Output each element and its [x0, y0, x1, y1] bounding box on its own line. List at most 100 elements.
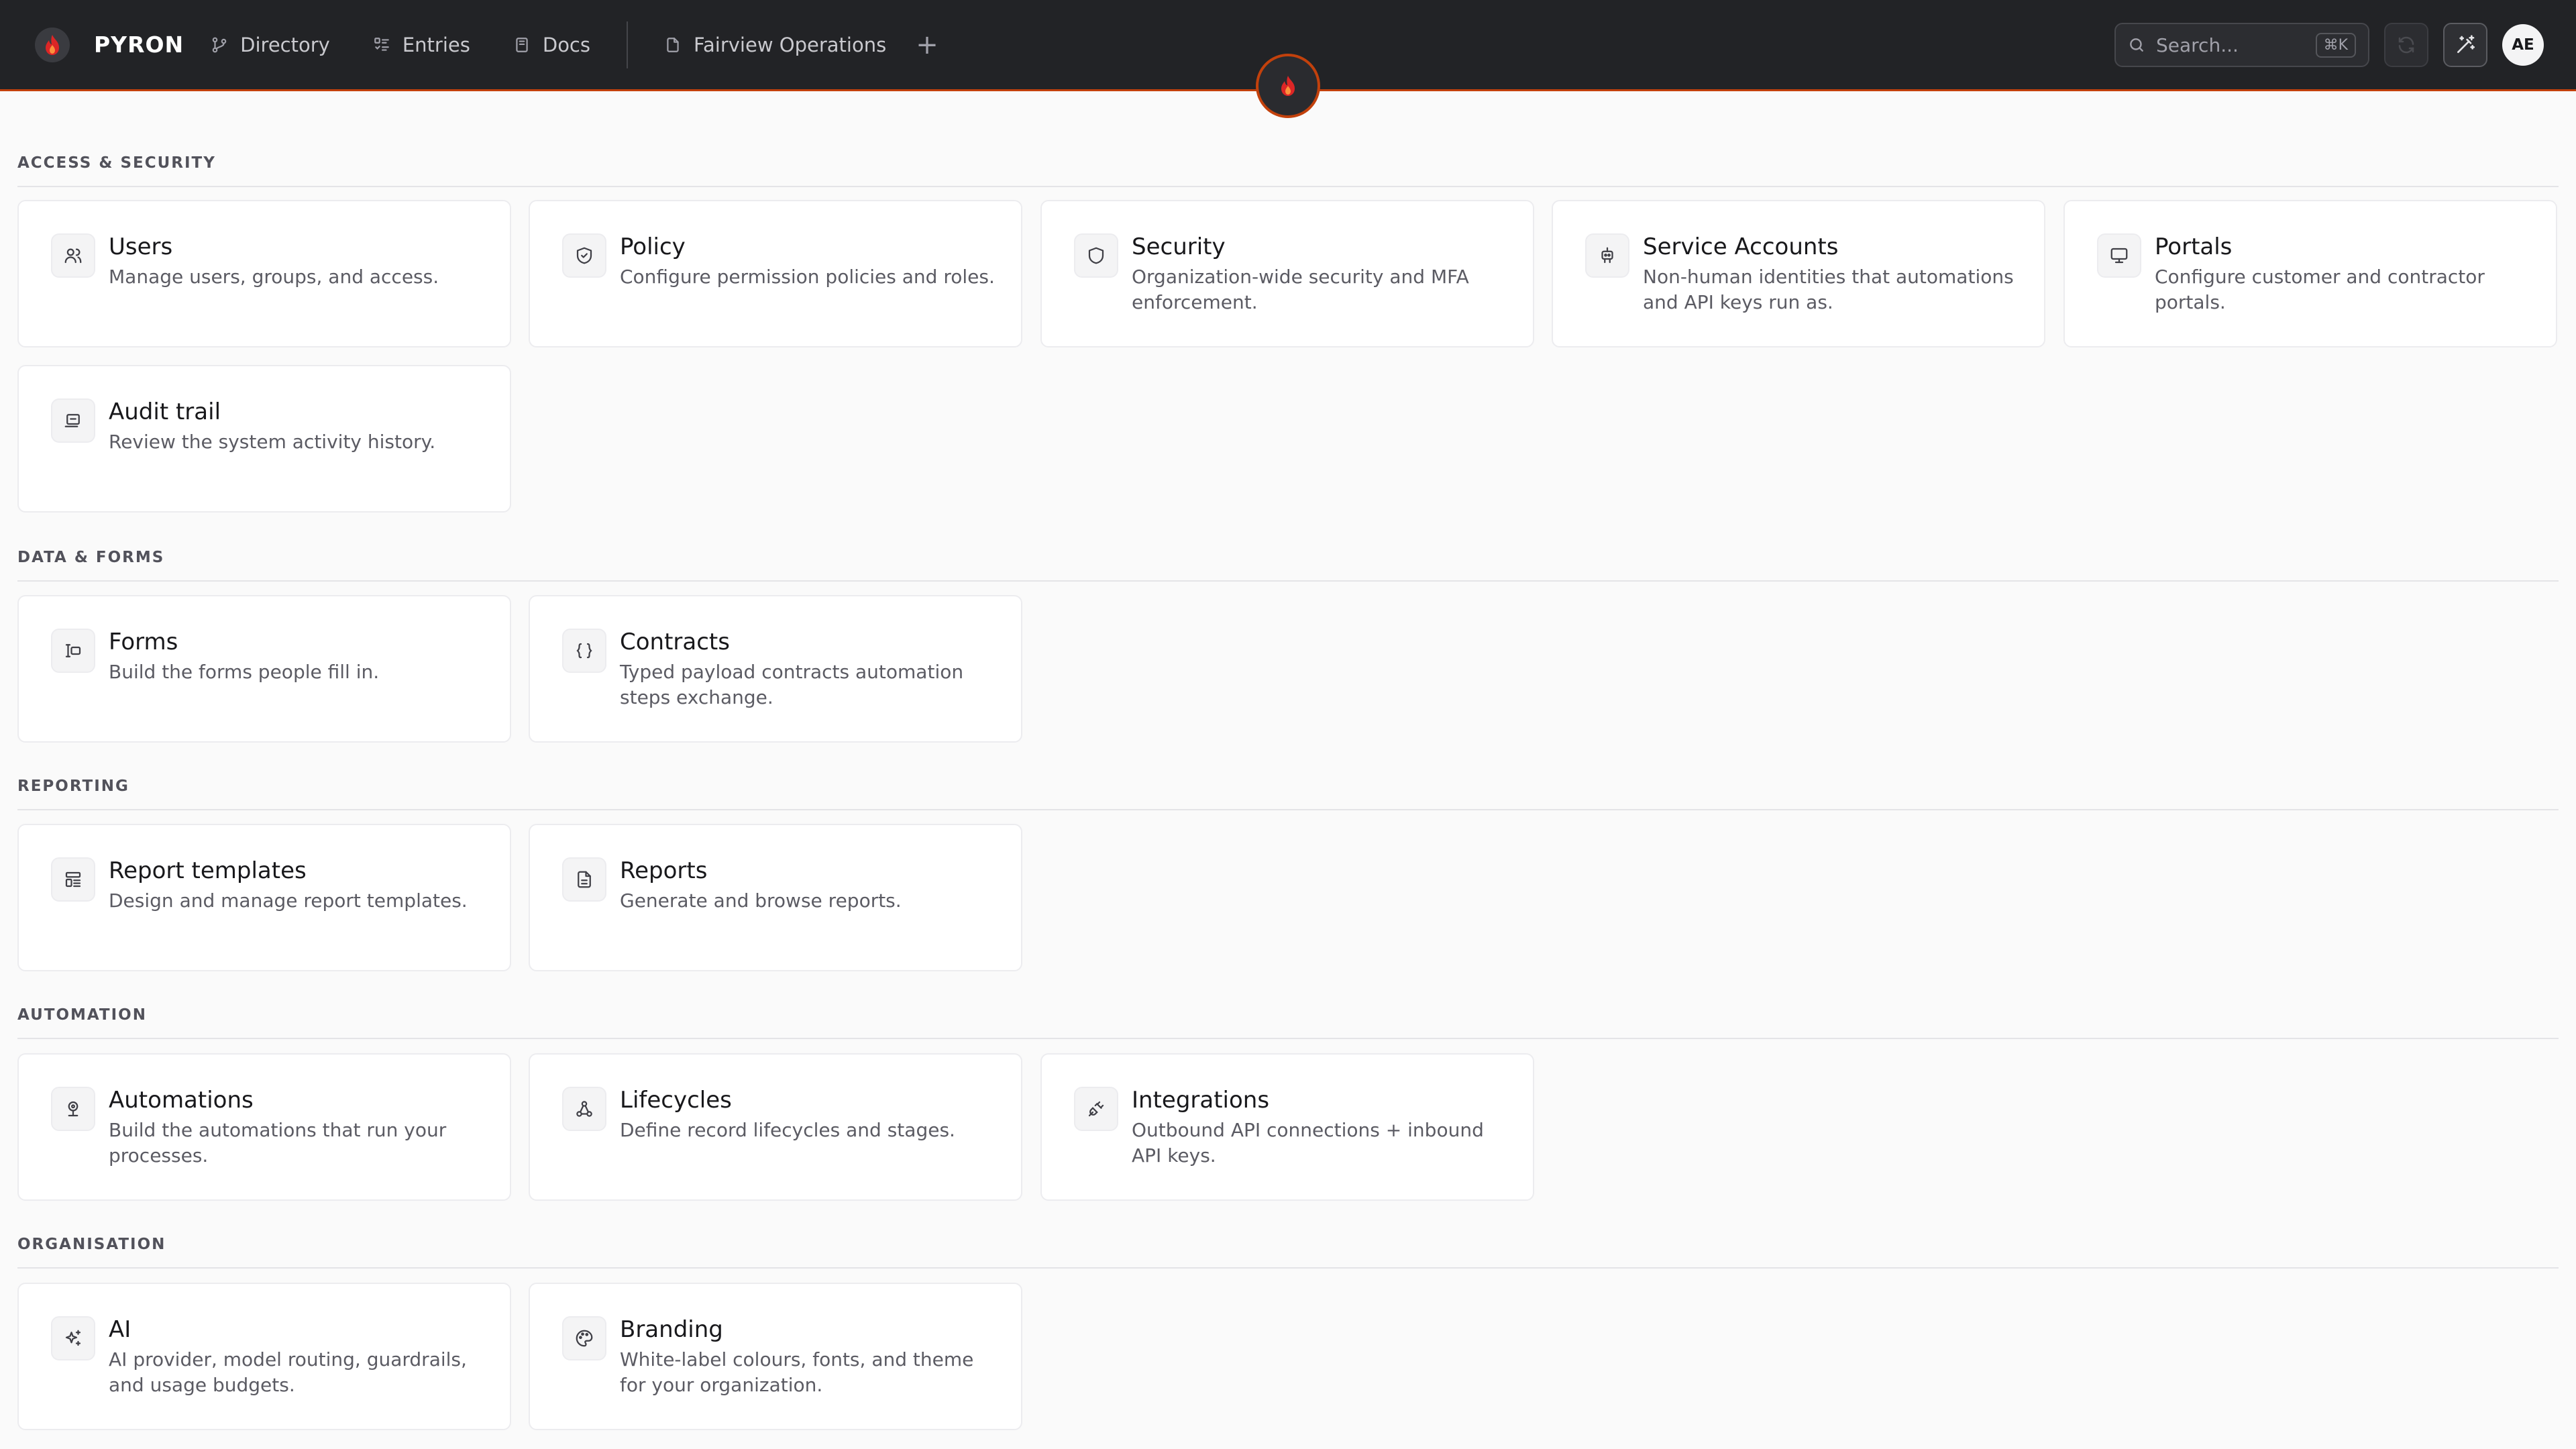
brand-name: PYRON — [94, 32, 184, 58]
section-divider — [17, 809, 2559, 810]
card-lifecycles[interactable]: Lifecycles Define record lifecycles and … — [529, 1053, 1022, 1201]
card-forms[interactable]: Forms Build the forms people fill in. — [17, 595, 511, 743]
workspace-tab-label: Fairview Operations — [694, 33, 887, 56]
card-title: Contracts — [620, 629, 730, 655]
card-description: AI provider, model routing, guardrails, … — [109, 1348, 467, 1396]
card-title: Reports — [620, 857, 708, 884]
card-description: Build the automations that run your proc… — [109, 1119, 447, 1167]
card-title: Audit trail — [109, 398, 221, 425]
card-description: White-label colours, fonts, and theme fo… — [620, 1348, 974, 1396]
card-audit-trail[interactable]: Audit trail Review the system activity h… — [17, 365, 511, 513]
magic-wand-button[interactable] — [2443, 23, 2487, 67]
main-nav: Directory Entries Docs Fairview Operatio… — [211, 21, 938, 68]
section-divider — [17, 1267, 2559, 1269]
nav-entries[interactable]: Entries — [373, 34, 470, 56]
card-policy[interactable]: Policy Configure permission policies and… — [529, 200, 1022, 347]
card-integrations[interactable]: Integrations Outbound API connections + … — [1040, 1053, 1534, 1201]
nav-docs[interactable]: Docs — [513, 34, 590, 56]
card-service-accounts[interactable]: Service Accounts Non-human identities th… — [1552, 200, 2045, 347]
search-input[interactable]: Search... — [2156, 34, 2316, 56]
card-description: Configure permission policies and roles. — [620, 266, 995, 288]
card-description: Typed payload contracts automation steps… — [620, 661, 964, 708]
scroll-icon — [51, 398, 95, 443]
card-reports[interactable]: Reports Generate and browse reports. — [529, 824, 1022, 971]
avatar[interactable]: AE — [2502, 24, 2544, 66]
users-icon — [51, 233, 95, 278]
card-title: Service Accounts — [1643, 233, 1839, 260]
card-ai[interactable]: AI AI provider, model routing, guardrail… — [17, 1283, 511, 1430]
section-divider — [17, 186, 2559, 187]
section-title-organisation: ORGANISATION — [17, 1236, 166, 1253]
refresh-button[interactable] — [2384, 23, 2428, 67]
card-title: Portals — [2155, 233, 2233, 260]
card-description: Design and manage report templates. — [109, 890, 468, 912]
card-description: Review the system activity history. — [109, 431, 436, 453]
card-title: Forms — [109, 629, 178, 655]
shield-icon — [1074, 233, 1118, 278]
card-automations[interactable]: Automations Build the automations that r… — [17, 1053, 511, 1201]
sparkles-icon — [51, 1316, 95, 1360]
plus-icon[interactable]: + — [916, 32, 938, 58]
card-title: Users — [109, 233, 173, 260]
shield-check-icon — [562, 233, 606, 278]
section-title-access-security: ACCESS & SECURITY — [17, 154, 216, 172]
card-title: Integrations — [1132, 1087, 1270, 1114]
monitor-icon — [2097, 233, 2141, 278]
workspace-tab[interactable]: Fairview Operations — [664, 34, 886, 56]
card-portals[interactable]: Portals Configure customer and contracto… — [2063, 200, 2557, 347]
wand-icon — [2457, 35, 2475, 53]
nav-label: Directory — [240, 33, 330, 56]
refresh-icon — [2398, 36, 2414, 54]
template-icon — [51, 857, 95, 902]
card-description: Build the forms people fill in. — [109, 661, 380, 683]
workflow-icon — [562, 1087, 606, 1131]
card-contracts[interactable]: Contracts Typed payload contracts automa… — [529, 595, 1022, 743]
file-text-icon — [562, 857, 606, 902]
card-description: Define record lifecycles and stages. — [620, 1119, 955, 1141]
card-users[interactable]: Users Manage users, groups, and access. — [17, 200, 511, 347]
form-icon — [51, 629, 95, 673]
card-title: Branding — [620, 1316, 723, 1343]
section-title-automation: AUTOMATION — [17, 1006, 147, 1024]
bot-icon — [1585, 233, 1629, 278]
document-icon — [667, 37, 679, 52]
right-tools: Search... ⌘K AE — [2114, 23, 2544, 67]
palette-icon — [562, 1316, 606, 1360]
flame-logo-icon — [35, 27, 70, 62]
card-title: Lifecycles — [620, 1087, 732, 1114]
section-title-reporting: REPORTING — [17, 777, 129, 795]
plug-icon — [1074, 1087, 1118, 1131]
flame-icon — [1281, 76, 1295, 96]
brand[interactable]: PYRON — [35, 27, 184, 62]
list-icon — [374, 37, 389, 51]
card-description: Generate and browse reports. — [620, 890, 902, 912]
book-icon — [516, 37, 528, 52]
nav-directory[interactable]: Directory — [211, 34, 330, 56]
card-title: Automations — [109, 1087, 254, 1114]
directory-icon — [212, 37, 227, 52]
center-flame-badge[interactable] — [1256, 54, 1320, 118]
card-title: Report templates — [109, 857, 307, 884]
search-icon — [2130, 38, 2143, 52]
card-description: Organization-wide security and MFA enfor… — [1132, 266, 1469, 313]
nav-label: Docs — [542, 33, 590, 56]
card-description: Manage users, groups, and access. — [109, 266, 439, 288]
section-title-data-forms: DATA & FORMS — [17, 549, 165, 566]
braces-icon — [562, 629, 606, 673]
nav-divider — [627, 21, 628, 68]
automation-icon — [51, 1087, 95, 1131]
nav-label: Entries — [402, 33, 470, 56]
card-title: Security — [1132, 233, 1226, 260]
card-description: Outbound API connections + inbound API k… — [1132, 1119, 1484, 1167]
section-divider — [17, 580, 2559, 582]
card-branding[interactable]: Branding White-label colours, fonts, and… — [529, 1283, 1022, 1430]
search-box[interactable]: Search... ⌘K — [2114, 23, 2369, 67]
card-description: Non-human identities that automations an… — [1643, 266, 2014, 313]
card-security[interactable]: Security Organization-wide security and … — [1040, 200, 1534, 347]
search-shortcut: ⌘K — [2315, 32, 2356, 58]
card-description: Configure customer and contractor portal… — [2155, 266, 2485, 313]
section-divider — [17, 1038, 2559, 1039]
card-report-templates[interactable]: Report templates Design and manage repor… — [17, 824, 511, 971]
card-title: AI — [109, 1316, 131, 1343]
card-title: Policy — [620, 233, 686, 260]
